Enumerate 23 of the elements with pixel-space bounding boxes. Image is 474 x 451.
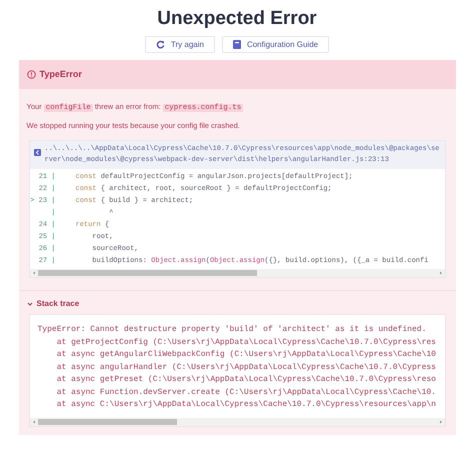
file-icon <box>34 149 40 156</box>
guide-button[interactable]: Configuration Guide <box>222 36 330 53</box>
horizontal-scrollbar[interactable] <box>30 418 444 426</box>
stack-trace-line: at async Function.devServer.create (C:\Users\rj\AppData\Local\Cypress\Cache\10. <box>56 386 436 399</box>
alert-icon <box>26 70 36 79</box>
stack-trace-line: at async getAngularCliWebpackConfig (C:\Users\rj\AppData\Local\Cypress\Cache\10 <box>56 349 436 362</box>
page-title: Unexpected Error <box>157 7 317 31</box>
book-icon <box>232 40 241 49</box>
scroll-right-icon[interactable] <box>438 271 442 276</box>
chevron-icon <box>26 301 32 308</box>
horizontal-scrollbar[interactable] <box>30 269 444 278</box>
refresh-icon <box>156 40 165 49</box>
stack-trace-line: at getProjectConfig (C:\Users\rj\AppData\Local\Cypress\Cache\10.7.0\Cypress\res <box>56 336 436 349</box>
scroll-left-icon[interactable] <box>32 420 36 424</box>
scroll-left-icon[interactable] <box>32 271 36 276</box>
stack-trace-line: at async angularHandler (C:\Users\rj\AppData\Local\Cypress\Cache\10.7.0\Cypress <box>56 362 436 374</box>
stack-trace-line: at async getPreset (C:\Users\rj\AppData\Local\Cypress\Cache\10.7.0\Cypress\reso <box>56 374 436 386</box>
error-name: TypeError <box>40 68 82 81</box>
stack-trace-line: TypeError: Cannot destructure property 'build' of 'architect' as it is undefined. <box>38 324 428 336</box>
try-again-button[interactable]: Try again <box>144 36 215 53</box>
stack-trace-line: at async C:\Users\rj\AppData\Local\Cypress\Cache\10.7.0\Cypress\resources\app\n <box>56 399 436 412</box>
scroll-right-icon[interactable] <box>438 420 442 424</box>
stack-trace-toggle[interactable]: Stack trace <box>26 297 448 312</box>
